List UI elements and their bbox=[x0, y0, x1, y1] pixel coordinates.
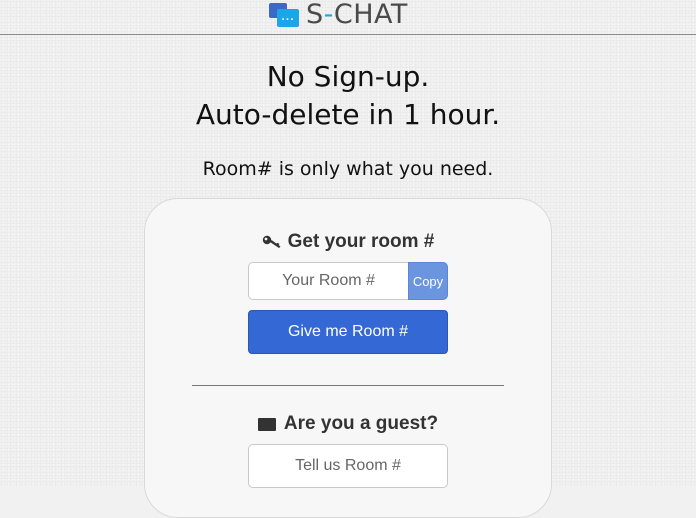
copy-button[interactable]: Copy bbox=[408, 262, 448, 300]
tagline: Room# is only what you need. bbox=[202, 158, 494, 180]
chat-bubbles-icon: ... bbox=[268, 1, 302, 29]
top-bar: ... S-CHAT bbox=[0, 0, 696, 35]
headline-line-2: Auto-delete in 1 hour. bbox=[195, 98, 501, 131]
logo-front-bubble: ... bbox=[277, 9, 299, 27]
logo-text-suffix: CHAT bbox=[333, 0, 408, 30]
get-room-heading: Get your room # bbox=[145, 231, 551, 253]
envelope-icon bbox=[257, 415, 276, 431]
room-number-input[interactable] bbox=[248, 262, 408, 300]
logo-text-dash: - bbox=[323, 0, 334, 30]
guest-room-input[interactable] bbox=[248, 444, 448, 488]
logo-text-prefix: S bbox=[306, 0, 324, 30]
give-me-room-button[interactable]: Give me Room # bbox=[248, 310, 448, 354]
get-room-title: Get your room # bbox=[287, 231, 435, 252]
app-logo[interactable]: ... S-CHAT bbox=[268, 0, 408, 30]
headline-line-1: No Sign-up. bbox=[266, 60, 430, 93]
guest-title: Are you a guest? bbox=[283, 413, 439, 434]
section-divider bbox=[192, 385, 504, 386]
key-icon bbox=[262, 234, 282, 250]
guest-heading: Are you a guest? bbox=[145, 413, 551, 435]
logo-text: S-CHAT bbox=[306, 0, 408, 30]
room-card: Get your room # Copy Give me Room # Are … bbox=[144, 198, 552, 518]
